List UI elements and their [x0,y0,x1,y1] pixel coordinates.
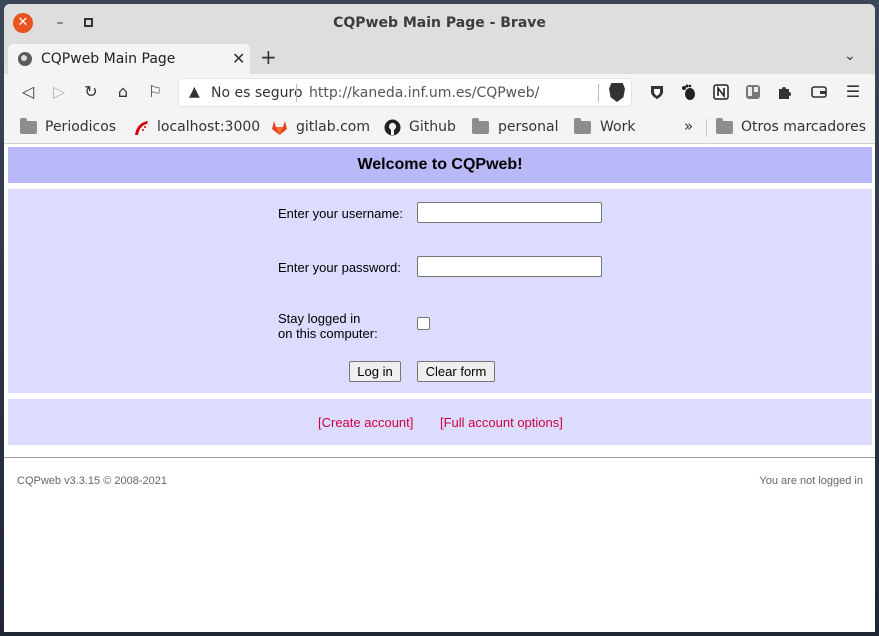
password-label: Enter your password: [278,260,401,275]
new-tab-button[interactable]: + [260,45,277,69]
reload-button[interactable]: ↻ [81,82,101,102]
bookmark-personal[interactable]: personal [498,119,558,135]
bookmarks-overflow-button[interactable]: » [684,117,693,135]
login-button[interactable]: Log in [349,361,401,382]
page-content: Welcome to CQPweb! Enter your username: … [4,144,875,632]
footer-version: CQPweb v3.3.15 © 2008-2021 [17,475,167,487]
globe-icon [18,52,32,66]
clear-form-button[interactable]: Clear form [417,361,495,382]
stay-logged-in-label-line2: on this computer: [278,326,378,341]
create-account-link[interactable]: [Create account] [318,415,413,430]
bookmark-gitlab[interactable]: gitlab.com [296,119,370,135]
brave-shields-icon[interactable] [609,83,625,102]
url-divider [598,84,599,102]
folder-icon [20,118,37,134]
full-account-options-link[interactable]: [Full account options] [440,415,563,430]
rails-icon [133,119,150,141]
username-input[interactable] [417,202,602,223]
wallet-icon[interactable] [811,84,827,100]
back-button[interactable]: ◁ [18,82,38,102]
url-input[interactable]: http://kaneda.inf.um.es/CQPweb/ [309,85,539,101]
navigation-toolbar: ◁ ▷ ↻ ⌂ ⚐ ▲ No es seguro http://kaneda.i… [4,74,875,110]
warning-icon[interactable]: ▲ [189,84,200,100]
footer-divider [4,457,875,458]
bookmark-github[interactable]: Github [409,119,456,135]
tab-strip: CQPweb Main Page ✕ + ⌄ [4,42,875,74]
bookmarks-divider [706,119,707,137]
address-bar[interactable]: ▲ No es seguro http://kaneda.inf.um.es/C… [178,78,632,107]
home-button[interactable]: ⌂ [113,82,133,102]
extension-trello-icon[interactable] [745,84,761,100]
extension-shield-icon[interactable] [649,84,665,100]
tab-close-icon[interactable]: ✕ [232,49,245,68]
title-bar: ✕ – CQPweb Main Page - Brave [4,4,875,42]
stay-logged-in-checkbox[interactable] [417,317,430,330]
extension-gnome-icon[interactable] [681,84,697,100]
footer-login-status: You are not logged in [759,475,863,487]
stay-logged-in-label-line1: Stay logged in [278,311,361,326]
forward-button[interactable]: ▷ [49,82,69,102]
tab-title: CQPweb Main Page [41,51,176,67]
security-label[interactable]: No es seguro [211,85,303,101]
bookmark-page-button[interactable]: ⚐ [145,82,165,102]
folder-icon [716,118,733,134]
browser-window: ✕ – CQPweb Main Page - Brave CQPweb Main… [4,4,875,632]
bookmark-work[interactable]: Work [600,119,635,135]
folder-icon [472,118,489,134]
login-form: Enter your username: Enter your password… [8,189,872,393]
folder-icon [574,118,591,134]
gitlab-icon [271,119,288,141]
account-links: [Create account] [Full account options] [8,399,872,445]
username-label: Enter your username: [278,206,404,221]
tab-list-chevron-down-icon[interactable]: ⌄ [844,48,856,64]
url-divider [296,84,297,102]
tab-cqpweb-main-page[interactable]: CQPweb Main Page ✕ [8,44,250,74]
extension-notion-icon[interactable] [713,84,729,100]
github-icon [384,119,401,141]
browser-menu-button[interactable]: ☰ [843,82,863,102]
window-title: CQPweb Main Page - Brave [333,15,546,31]
password-input[interactable] [417,256,602,277]
extensions-puzzle-icon[interactable] [777,84,793,100]
bookmark-periodicos[interactable]: Periodicos [45,119,116,135]
bookmarks-bar: Periodicos localhost:3000 gitlab.com Git… [4,110,875,144]
bookmark-localhost[interactable]: localhost:3000 [157,119,260,135]
bookmark-otros-marcadores[interactable]: Otros marcadores [741,119,866,135]
page-title: Welcome to CQPweb! [8,147,872,183]
